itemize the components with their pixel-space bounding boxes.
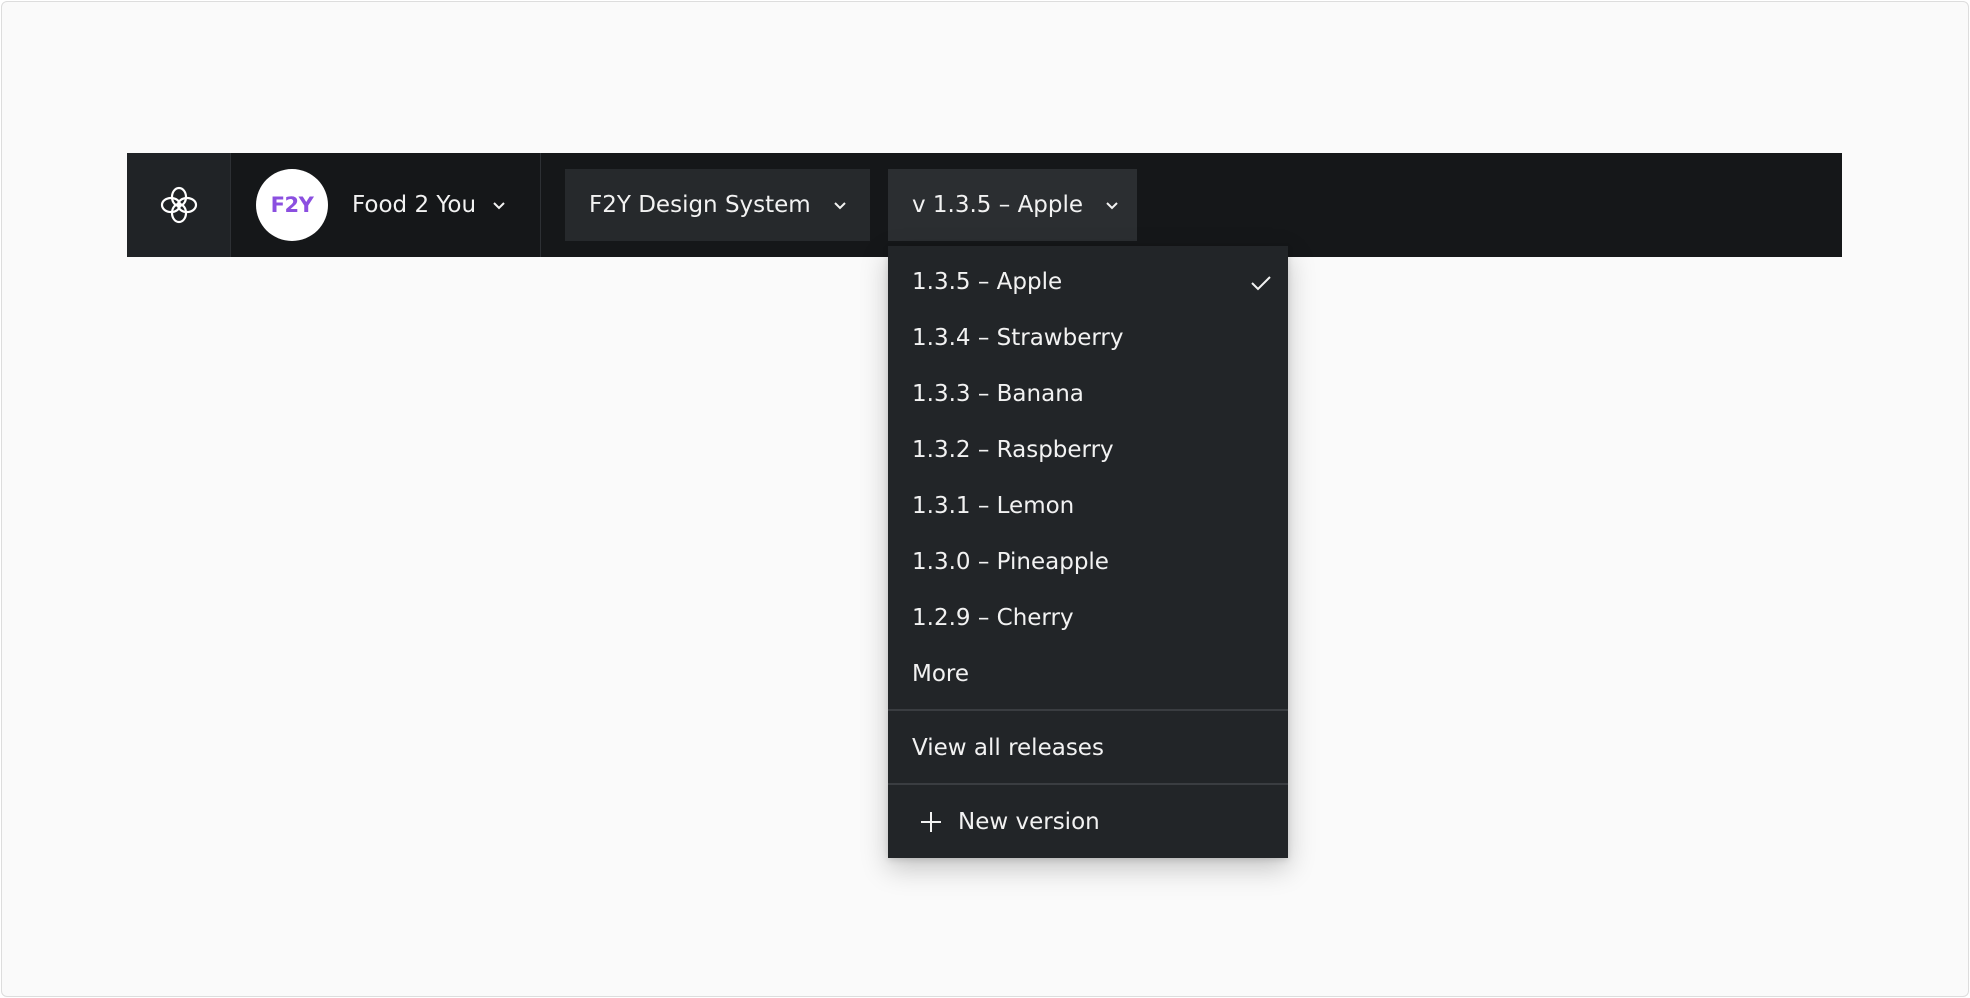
- org-avatar: F2Y: [256, 169, 328, 241]
- version-menu-item[interactable]: 1.2.9 – Cherry: [888, 592, 1288, 644]
- version-menu-item-label: 1.3.5 – Apple: [912, 269, 1063, 295]
- design-system-selector[interactable]: F2Y Design System: [565, 169, 870, 241]
- org-name: Food 2 You: [352, 192, 477, 218]
- version-menu-item-label: 1.3.2 – Raspberry: [912, 437, 1114, 463]
- app-logo-button[interactable]: [127, 153, 231, 257]
- version-menu-item-label: 1.3.1 – Lemon: [912, 493, 1075, 519]
- version-menu-item-label: 1.3.3 – Banana: [912, 381, 1084, 407]
- new-version-label: New version: [958, 809, 1100, 835]
- organization-selector[interactable]: F2Y Food 2 You: [231, 153, 541, 257]
- menu-divider: [888, 709, 1288, 711]
- new-version-button[interactable]: New version: [888, 796, 1288, 848]
- canvas: F2Y Food 2 You F2Y Design System v 1.3.5…: [1, 1, 1969, 997]
- version-menu-item[interactable]: 1.3.1 – Lemon: [888, 480, 1288, 532]
- version-menu-item-label: 1.3.4 – Strawberry: [912, 325, 1124, 351]
- version-dropdown-menu: 1.3.5 – Apple 1.3.4 – Strawberry 1.3.3 –…: [888, 246, 1288, 858]
- view-all-releases-item[interactable]: View all releases: [888, 722, 1288, 774]
- chevron-down-icon: [1105, 201, 1119, 210]
- design-system-label: F2Y Design System: [589, 192, 811, 218]
- plus-icon: [920, 811, 942, 833]
- more-versions-item[interactable]: More: [888, 648, 1288, 700]
- version-menu-item[interactable]: 1.3.3 – Banana: [888, 368, 1288, 420]
- top-navigation-bar: F2Y Food 2 You F2Y Design System v 1.3.5…: [127, 153, 1842, 257]
- version-selector[interactable]: v 1.3.5 – Apple: [888, 169, 1137, 241]
- version-menu-item-label: 1.2.9 – Cherry: [912, 605, 1074, 631]
- version-menu-item[interactable]: 1.3.2 – Raspberry: [888, 424, 1288, 476]
- version-menu-item[interactable]: 1.3.4 – Strawberry: [888, 312, 1288, 364]
- view-all-releases-label: View all releases: [912, 735, 1104, 761]
- version-menu-item[interactable]: 1.3.0 – Pineapple: [888, 536, 1288, 588]
- menu-divider: [888, 783, 1288, 785]
- version-menu-item-label: 1.3.0 – Pineapple: [912, 549, 1109, 575]
- more-versions-label: More: [912, 661, 970, 687]
- version-menu-item[interactable]: 1.3.5 – Apple: [888, 256, 1288, 308]
- version-selector-label: v 1.3.5 – Apple: [912, 192, 1084, 218]
- chevron-down-icon: [492, 201, 506, 210]
- checkmark-icon: [1250, 272, 1272, 298]
- flower-logo-icon: [160, 186, 198, 224]
- chevron-down-icon: [833, 201, 847, 210]
